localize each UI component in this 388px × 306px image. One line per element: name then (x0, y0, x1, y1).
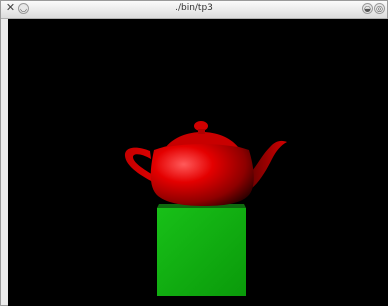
minimize-icon[interactable]: ◒ (362, 3, 373, 14)
teapot-knob-stem (198, 129, 205, 134)
teapot (124, 121, 287, 206)
gl-viewport[interactable] (8, 19, 388, 306)
app-window: ✕ ◡ ./bin/tp3 ◒ ◎ (0, 0, 388, 306)
title-bar[interactable]: ✕ ◡ ./bin/tp3 ◒ ◎ (1, 1, 387, 19)
teapot-body (150, 142, 254, 206)
cube-front-face (157, 208, 246, 296)
scene-canvas (124, 121, 287, 296)
window-title: ./bin/tp3 (175, 3, 213, 13)
maximize-icon[interactable]: ◎ (374, 3, 385, 14)
cube (157, 204, 246, 296)
